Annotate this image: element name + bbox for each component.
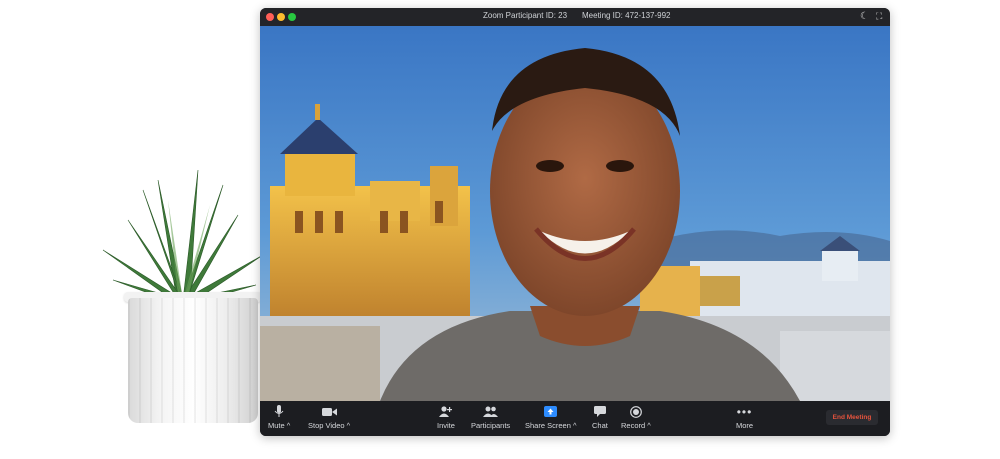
record-button[interactable]: Record ^ xyxy=(621,404,651,430)
share-options-caret-icon[interactable]: ^ xyxy=(573,421,577,430)
record-options-caret-icon[interactable]: ^ xyxy=(647,421,651,430)
more-label: More xyxy=(736,421,754,430)
mute-button[interactable]: Mute ^ xyxy=(268,404,290,430)
participant-video xyxy=(260,26,890,401)
record-label: Record xyxy=(621,421,646,430)
stop-video-label: Stop Video xyxy=(308,421,345,430)
zoom-meeting-window: Zoom Participant ID: 23 Meeting ID: 472-… xyxy=(260,8,890,436)
more-dots-icon: ••• xyxy=(736,404,753,419)
meeting-id-label: Meeting ID: 472-137-992 xyxy=(582,11,671,20)
meeting-toolbar: Mute ^ Stop Video ^ Invite Participants xyxy=(260,401,890,436)
minimize-window-button[interactable] xyxy=(277,13,285,21)
end-meeting-button[interactable]: End Meeting xyxy=(826,410,878,425)
microphone-icon xyxy=(274,404,284,419)
video-scene xyxy=(260,26,890,401)
fullscreen-icon[interactable]: ⛶ xyxy=(876,11,882,22)
record-icon xyxy=(630,404,642,419)
invite-button[interactable]: Invite xyxy=(437,404,455,430)
participants-button[interactable]: Participants xyxy=(471,404,510,430)
plant-leaves xyxy=(102,169,264,305)
add-person-icon xyxy=(438,404,453,419)
mute-options-caret-icon[interactable]: ^ xyxy=(287,421,291,430)
share-screen-icon xyxy=(544,404,558,419)
page: Zoom Participant ID: 23 Meeting ID: 472-… xyxy=(0,0,1000,459)
stop-video-button[interactable]: Stop Video ^ xyxy=(308,404,350,430)
chat-button[interactable]: Chat xyxy=(592,404,608,430)
chat-label: Chat xyxy=(592,421,608,430)
moon-icon[interactable]: ☾ xyxy=(860,11,869,22)
mute-label: Mute xyxy=(268,421,285,430)
participant-id-label: Zoom Participant ID: 23 xyxy=(483,11,568,20)
video-camera-icon xyxy=(321,404,337,419)
potted-plant-image xyxy=(98,160,268,440)
plant-pot xyxy=(128,298,258,423)
chat-bubble-icon xyxy=(593,404,606,419)
share-screen-label: Share Screen xyxy=(525,421,571,430)
video-options-caret-icon[interactable]: ^ xyxy=(347,421,351,430)
participants-label: Participants xyxy=(471,421,511,430)
invite-label: Invite xyxy=(437,421,455,430)
share-screen-button[interactable]: Share Screen ^ xyxy=(525,404,577,430)
maximize-window-button[interactable] xyxy=(288,13,296,21)
title-bar: Zoom Participant ID: 23 Meeting ID: 472-… xyxy=(260,8,890,26)
close-window-button[interactable] xyxy=(266,13,274,21)
more-button[interactable]: ••• More xyxy=(736,404,754,431)
participants-icon xyxy=(483,404,499,419)
